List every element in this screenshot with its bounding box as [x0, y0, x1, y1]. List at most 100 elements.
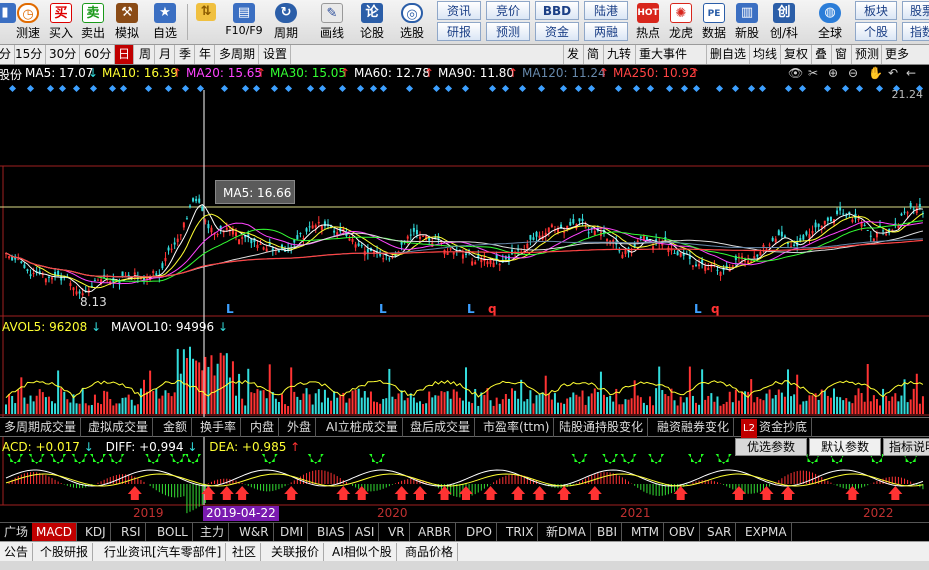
tab-announcements[interactable]: 公告: [0, 543, 34, 561]
candle-body: [587, 232, 590, 234]
tab-related-quotes[interactable]: 关联报价: [267, 543, 325, 561]
tab-pe-ttm[interactable]: 市盈率(ttm): [479, 418, 555, 437]
tab-margin-change[interactable]: 融资融券变化: [653, 418, 735, 437]
ma250-arrow: ↑: [690, 66, 701, 80]
candle-body: [547, 227, 550, 233]
tab-bbi[interactable]: BBI: [593, 523, 623, 541]
volume-bar: [415, 402, 418, 414]
candle-body: [207, 223, 210, 229]
volume-bar: [682, 402, 685, 414]
tab-outer[interactable]: 外盘: [283, 418, 317, 437]
candle-body: [465, 253, 467, 255]
candle-body: [765, 248, 768, 250]
candle-body: [839, 207, 842, 211]
tab-kdj[interactable]: KDJ: [81, 523, 111, 541]
sell-arrow-icon: [108, 454, 125, 464]
volume-bar: [311, 404, 314, 414]
sell-arrow-icon: [71, 454, 88, 464]
volume-bar: [167, 392, 170, 414]
tab-research-reports[interactable]: 个股研报: [36, 543, 94, 561]
tab-amount[interactable]: 金额: [159, 418, 193, 437]
candle-body: [277, 250, 280, 252]
tab-dpo[interactable]: DPO: [462, 523, 497, 541]
signal-marker: L: [467, 302, 475, 316]
zoom-in-icon[interactable]: ⊕: [828, 66, 838, 80]
tab-wr[interactable]: W&R: [235, 523, 274, 541]
volume-bar: [888, 400, 891, 414]
tab-arbr[interactable]: ARBR: [414, 523, 457, 541]
event-marker-icon: [89, 84, 98, 93]
undo-icon[interactable]: ↶: [888, 66, 898, 80]
tab-expma[interactable]: EXPMA: [741, 523, 792, 541]
volume-bar: [514, 390, 517, 414]
hand-icon[interactable]: ✋: [868, 66, 883, 80]
tab-turnover[interactable]: 换手率: [196, 418, 242, 437]
event-marker-icon: [144, 84, 153, 93]
tab-fund-bottom[interactable]: L2 资金抄底: [737, 418, 812, 438]
tab-ai-volume[interactable]: AI立桩成交量: [322, 418, 403, 437]
tab-virtual-volume[interactable]: 虚拟成交量: [84, 418, 154, 437]
volume-bar: [35, 395, 38, 414]
optimized-params-button[interactable]: 优选参数: [735, 438, 807, 456]
event-marker-icon: [72, 84, 81, 93]
tab-obv[interactable]: OBV: [665, 523, 700, 541]
tab-square[interactable]: 广场: [0, 523, 34, 541]
candle-body: [593, 230, 596, 236]
volume-bar: [869, 401, 872, 414]
volume-bar: [225, 353, 228, 414]
eye-icon[interactable]: 👁: [788, 66, 803, 80]
volume-bar: [403, 400, 406, 414]
volume-bar: [725, 401, 728, 414]
volume-bar: [909, 399, 912, 414]
scissors-icon[interactable]: ✂: [808, 66, 818, 80]
tab-multi-volume[interactable]: 多周期成交量: [0, 418, 82, 437]
sell-arrow-icon: [620, 454, 637, 464]
arrow-left-icon[interactable]: ←: [906, 66, 916, 80]
tab-commodity-prices[interactable]: 商品价格: [401, 543, 459, 561]
tab-mtm[interactable]: MTM: [627, 523, 665, 541]
stock-name-suffix: 股份: [0, 68, 23, 82]
tab-bias[interactable]: BIAS: [313, 523, 350, 541]
tab-ai-similar[interactable]: AI相似个股: [328, 543, 397, 561]
candle-body: [532, 237, 535, 240]
tab-boll[interactable]: BOLL: [153, 523, 193, 541]
volume-bar: [563, 403, 566, 414]
tab-community[interactable]: 社区: [228, 543, 262, 561]
volume-bar: [97, 402, 99, 414]
volume-bar: [842, 400, 845, 414]
volume-bar: [704, 399, 707, 414]
tab-macd[interactable]: MACD: [32, 523, 77, 541]
tab-rsi[interactable]: RSI: [117, 523, 146, 541]
candle-body: [75, 291, 78, 295]
volume-bar: [452, 389, 455, 414]
event-marker-icon: [784, 84, 793, 93]
volume-bar: [912, 388, 915, 414]
tab-after-hours[interactable]: 盘后成交量: [406, 418, 476, 437]
candle-body: [670, 249, 673, 251]
tab-main-force[interactable]: 主力: [196, 523, 230, 541]
candle-body: [415, 229, 418, 235]
buy-arrow-icon: [437, 486, 452, 500]
volume-bar: [320, 402, 323, 414]
tab-northbound[interactable]: 陆股通持股变化: [555, 418, 649, 437]
event-marker-icon: [444, 84, 453, 93]
chart-canvas[interactable]: [0, 0, 929, 570]
tab-sar[interactable]: SAR: [703, 523, 737, 541]
tab-industry-news[interactable]: 行业资讯[汽车零部件]: [100, 543, 227, 561]
tab-asi[interactable]: ASI: [351, 523, 380, 541]
default-params-button[interactable]: 默认参数: [809, 438, 881, 456]
candle-body: [348, 238, 351, 241]
tab-new-dma[interactable]: 新DMA: [542, 523, 591, 541]
volume-bar: [115, 403, 118, 414]
zoom-out-icon[interactable]: ⊖: [848, 66, 858, 80]
volume-bar: [198, 362, 201, 414]
mavol5-arrow: ↓: [91, 320, 102, 334]
tab-dmi[interactable]: DMI: [276, 523, 309, 541]
tab-inner[interactable]: 内盘: [246, 418, 280, 437]
indicator-help-button[interactable]: 指标说明: [883, 438, 929, 456]
volume-bar: [698, 404, 701, 414]
volume-bar: [523, 401, 526, 414]
tab-trix[interactable]: TRIX: [502, 523, 539, 541]
candle-body: [787, 243, 789, 245]
tab-vr[interactable]: VR: [384, 523, 410, 541]
